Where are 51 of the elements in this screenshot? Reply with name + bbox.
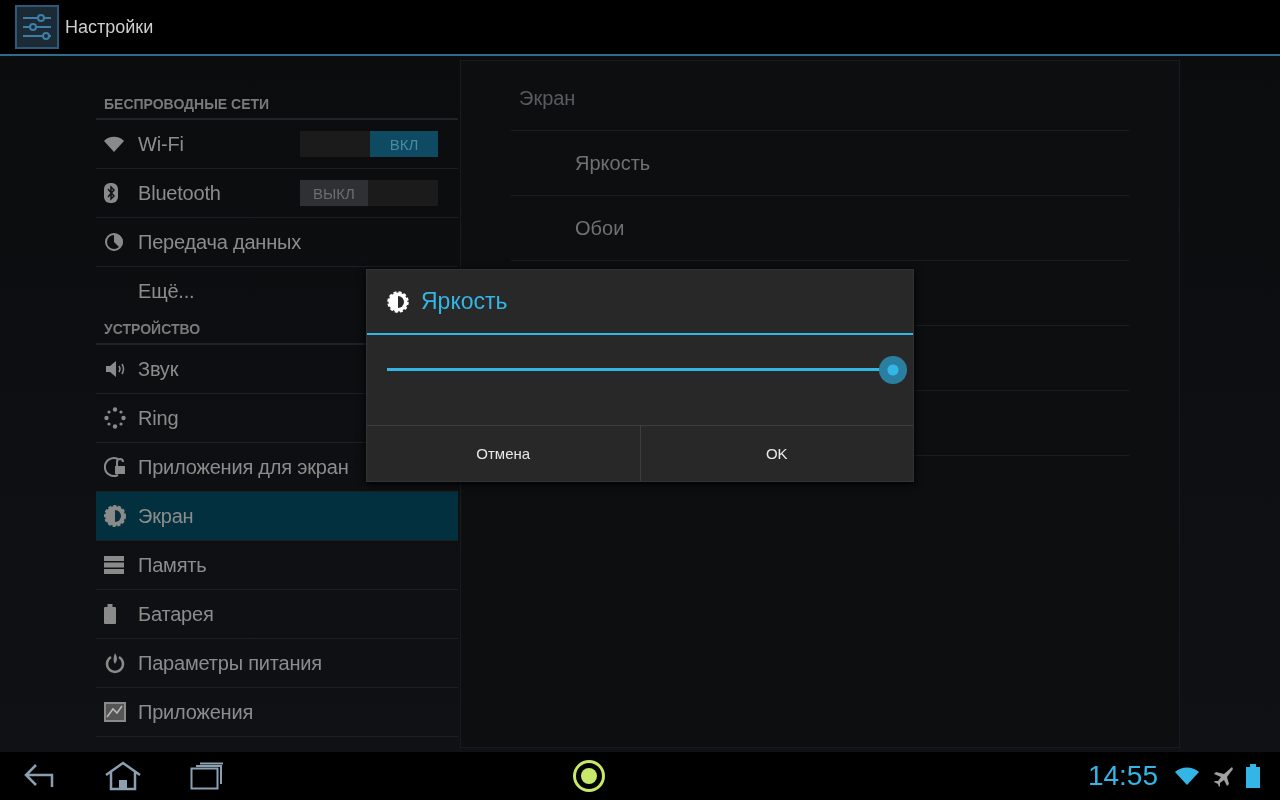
page-title: Экран bbox=[511, 79, 1129, 131]
brightness-icon bbox=[104, 505, 126, 527]
settings-item[interactable]: Параметры питания bbox=[96, 639, 458, 688]
bluetooth-icon bbox=[104, 183, 118, 203]
airplane-icon bbox=[1212, 765, 1234, 787]
section-header: БЕСПРОВОДНЫЕ СЕТИ bbox=[96, 90, 458, 120]
item-label: Экран bbox=[138, 504, 194, 528]
wifi-icon bbox=[104, 136, 124, 152]
battery-icon bbox=[104, 604, 116, 624]
item-label: Батарея bbox=[138, 602, 214, 626]
item-label: Память bbox=[138, 553, 207, 577]
dialog-button[interactable]: OK bbox=[639, 426, 913, 481]
item-label: Wi-Fi bbox=[138, 132, 184, 156]
storage-icon bbox=[104, 556, 124, 574]
settings-item[interactable]: Экран bbox=[96, 492, 458, 541]
settings-item[interactable]: Передача данных bbox=[96, 218, 458, 267]
wifi-icon bbox=[1174, 766, 1200, 786]
clock[interactable]: 14:55 bbox=[1087, 760, 1158, 792]
dialog-button[interactable]: Отмена bbox=[367, 426, 640, 481]
brightness-icon bbox=[387, 290, 409, 313]
item-label: Параметры питания bbox=[138, 651, 322, 675]
speaker-icon bbox=[104, 359, 126, 379]
item-label: Приложения bbox=[138, 700, 253, 724]
dotted-circle-icon bbox=[104, 407, 126, 429]
item-label: Ring bbox=[138, 406, 179, 430]
pie-chart-icon bbox=[104, 232, 124, 252]
settings-item[interactable]: Wi-Fi ВКЛ bbox=[96, 120, 458, 169]
recent-apps-icon[interactable] bbox=[190, 762, 224, 790]
slider-thumb[interactable] bbox=[879, 356, 907, 384]
settings-item[interactable]: Батарея bbox=[96, 590, 458, 639]
lock-icon bbox=[104, 456, 126, 478]
picture-icon bbox=[104, 702, 126, 722]
setting-label[interactable]: Яркость bbox=[575, 151, 651, 175]
switch-knob: ВКЛ bbox=[370, 131, 438, 157]
dialog-title: Яркость bbox=[421, 288, 508, 315]
switch-knob: ВЫКЛ bbox=[300, 180, 368, 206]
settings-item[interactable]: Приложения bbox=[96, 688, 458, 737]
settings-item[interactable]: Память bbox=[96, 541, 458, 590]
back-icon[interactable] bbox=[24, 763, 56, 789]
target-circle-icon[interactable] bbox=[571, 759, 606, 793]
battery-icon bbox=[1246, 764, 1260, 788]
app-title: Настройки bbox=[65, 16, 154, 38]
item-label: Приложения для экран bbox=[138, 455, 349, 479]
item-label: Звук bbox=[138, 357, 179, 381]
settings-sliders-icon[interactable] bbox=[15, 5, 59, 49]
home-icon[interactable] bbox=[104, 761, 142, 791]
item-label: Передача данных bbox=[138, 230, 302, 254]
setting-label[interactable]: Обои bbox=[575, 216, 625, 240]
settings-item[interactable]: Bluetooth ВЫКЛ bbox=[96, 169, 458, 218]
power-icon bbox=[104, 652, 126, 674]
item-label: Bluetooth bbox=[138, 181, 221, 205]
